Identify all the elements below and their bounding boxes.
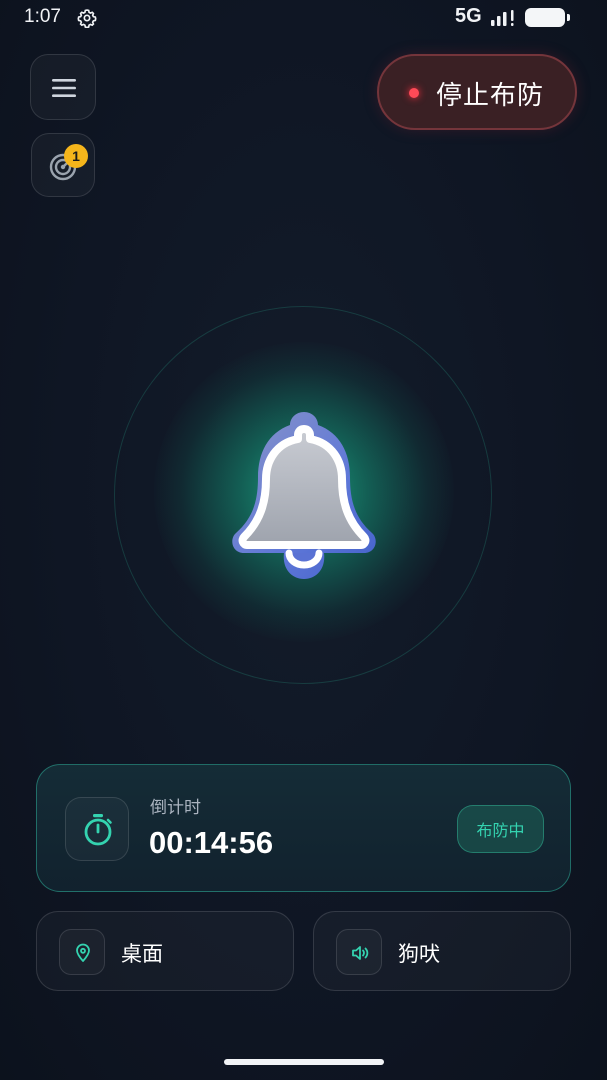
- status-bar: 1:07 5G: [0, 0, 607, 36]
- hamburger-menu-icon: [52, 79, 76, 97]
- signal-bars-icon: [491, 10, 514, 26]
- location-pin-icon: [76, 943, 90, 962]
- location-card[interactable]: 桌面: [36, 911, 294, 991]
- sound-label: 狗吠: [398, 942, 440, 966]
- armed-status-badge: 布防中: [457, 805, 544, 853]
- menu-button[interactable]: [30, 54, 96, 120]
- radar-icon: [49, 153, 77, 181]
- status-dot-indicator: [409, 88, 419, 98]
- countdown-value: 00:14:56: [149, 825, 274, 860]
- countdown-card: 倒计时 00:14:56 布防中: [36, 764, 571, 892]
- network-type: 5G: [455, 5, 482, 27]
- stop-arming-button[interactable]: 停止布防: [377, 54, 577, 130]
- battery-icon: [525, 8, 570, 27]
- status-time: 1:07: [24, 6, 61, 27]
- home-indicator[interactable]: [224, 1059, 384, 1065]
- stopwatch-icon: [84, 814, 112, 846]
- gear-icon: [77, 9, 97, 28]
- bell-icon[interactable]: [223, 405, 385, 585]
- countdown-label: 倒计时: [150, 798, 201, 818]
- stop-arming-label: 停止布防: [436, 81, 545, 111]
- radar-button[interactable]: [31, 133, 95, 197]
- location-label: 桌面: [121, 942, 163, 966]
- timer-icon-box: [65, 797, 129, 861]
- speaker-icon: [352, 946, 369, 960]
- notification-badge: 1: [64, 144, 88, 168]
- sound-icon-box: [336, 929, 382, 975]
- location-icon-box: [59, 929, 105, 975]
- sound-card[interactable]: 狗吠: [313, 911, 571, 991]
